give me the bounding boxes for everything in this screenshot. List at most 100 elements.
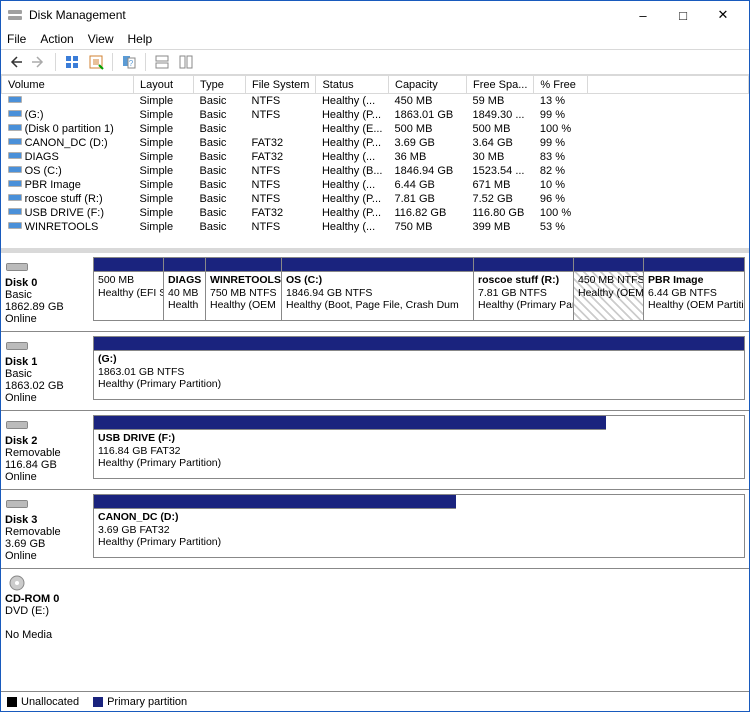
maximize-button[interactable]: □ <box>663 2 703 28</box>
volume-type: Basic <box>194 122 246 136</box>
volume-row[interactable]: USB DRIVE (F:) Simple Basic FAT32 Health… <box>2 206 749 220</box>
volume-name: DIAGS <box>25 151 59 163</box>
menu-help[interactable]: Help <box>128 32 153 46</box>
disk-graphical-pane[interactable]: Disk 0 Basic 1862.89 GB Online 500 MB He… <box>1 253 749 691</box>
partition[interactable]: 450 MB NTFS Healthy (OEM <box>574 258 644 320</box>
col-type[interactable]: Type <box>194 76 246 94</box>
disk-size: 1862.89 GB <box>5 301 64 313</box>
minimize-button[interactable]: – <box>623 2 663 28</box>
partition-info: 6.44 GB NTFS <box>648 287 717 299</box>
volume-row[interactable]: WINRETOOLS Simple Basic NTFS Healthy (..… <box>2 220 749 234</box>
partition[interactable]: WINRETOOLS 750 MB NTFS Healthy (OEM <box>206 258 282 320</box>
volume-status: Healthy (... <box>316 220 389 234</box>
volume-fs: NTFS <box>246 94 316 108</box>
disk-row: Disk 1 Basic 1863.02 GB Online (G:) 1863… <box>1 332 749 411</box>
col-capacity[interactable]: Capacity <box>389 76 467 94</box>
partition[interactable]: OS (C:) 1846.94 GB NTFS Healthy (Boot, P… <box>282 258 474 320</box>
legend-unallocated-label: Unallocated <box>21 696 79 708</box>
titlebar[interactable]: Disk Management – □ ✕ <box>1 1 749 29</box>
volume-layout: Simple <box>134 108 194 122</box>
volume-free: 59 MB <box>467 94 534 108</box>
partition[interactable]: PBR Image 6.44 GB NTFS Healthy (OEM Part… <box>644 258 744 320</box>
volume-row[interactable]: (Disk 0 partition 1) Simple Basic Health… <box>2 122 749 136</box>
partition-label: USB DRIVE (F:) <box>98 432 175 444</box>
partition-label: WINRETOOLS <box>210 274 281 286</box>
grid-view-button[interactable] <box>152 52 172 72</box>
partition-info: 7.81 GB NTFS <box>478 287 547 299</box>
volume-capacity: 36 MB <box>389 150 467 164</box>
volume-row[interactable]: (G:) Simple Basic NTFS Healthy (P... 186… <box>2 108 749 122</box>
col-pct[interactable]: % Free <box>534 76 588 94</box>
col-fs[interactable]: File System <box>246 76 316 94</box>
legend-primary-swatch <box>93 697 103 707</box>
volume-list-pane[interactable]: Volume Layout Type File System Status Ca… <box>1 75 749 253</box>
volume-type: Basic <box>194 150 246 164</box>
volume-row[interactable]: roscoe stuff (R:) Simple Basic NTFS Heal… <box>2 192 749 206</box>
disk-info[interactable]: Disk 0 Basic 1862.89 GB Online <box>1 253 93 331</box>
refresh-button[interactable] <box>62 52 82 72</box>
partition-info: 40 MB <box>168 287 198 299</box>
partition-label: roscoe stuff (R:) <box>478 274 559 286</box>
window-title: Disk Management <box>29 8 623 22</box>
volume-icon <box>8 220 22 230</box>
app-icon <box>7 7 23 23</box>
volume-name: USB DRIVE (F:) <box>25 207 104 219</box>
disk-info[interactable]: Disk 3 Removable 3.69 GB Online <box>1 490 93 568</box>
volume-type: Basic <box>194 178 246 192</box>
volume-layout: Simple <box>134 122 194 136</box>
menu-view[interactable]: View <box>88 32 114 46</box>
partition[interactable]: DIAGS 40 MB Health <box>164 258 206 320</box>
disk-info[interactable]: Disk 2 Removable 116.84 GB Online <box>1 411 93 489</box>
partition[interactable]: CANON_DC (D:) 3.69 GB FAT32 Healthy (Pri… <box>94 495 456 557</box>
menu-action[interactable]: Action <box>40 32 73 46</box>
volume-capacity: 1863.01 GB <box>389 108 467 122</box>
forward-button[interactable] <box>29 52 49 72</box>
partition-status: Health <box>168 299 198 311</box>
volume-status: Healthy (... <box>316 150 389 164</box>
toolbar: ? <box>1 49 749 75</box>
volume-icon <box>8 192 22 202</box>
partition[interactable]: (G:) 1863.01 GB NTFS Healthy (Primary Pa… <box>94 337 744 399</box>
disk-name: Disk 2 <box>5 435 37 447</box>
partition[interactable]: roscoe stuff (R:) 7.81 GB NTFS Healthy (… <box>474 258 574 320</box>
disk-info[interactable]: CD-ROM 0 DVD (E:) No Media <box>1 569 93 647</box>
col-free[interactable]: Free Spa... <box>467 76 534 94</box>
properties-button[interactable] <box>86 52 106 72</box>
disk-state: Online <box>5 392 37 404</box>
list-view-button[interactable] <box>176 52 196 72</box>
disk-name: Disk 1 <box>5 356 37 368</box>
volume-fs: FAT32 <box>246 206 316 220</box>
volume-row[interactable]: OS (C:) Simple Basic NTFS Healthy (B... … <box>2 164 749 178</box>
close-button[interactable]: ✕ <box>703 2 743 28</box>
help-button[interactable]: ? <box>119 52 139 72</box>
disk-info[interactable]: Disk 1 Basic 1863.02 GB Online <box>1 332 93 410</box>
volume-row[interactable]: CANON_DC (D:) Simple Basic FAT32 Healthy… <box>2 136 749 150</box>
volume-table: Volume Layout Type File System Status Ca… <box>1 75 749 234</box>
volume-row[interactable]: PBR Image Simple Basic NTFS Healthy (...… <box>2 178 749 192</box>
partition-color-bar <box>574 258 643 272</box>
back-button[interactable] <box>5 52 25 72</box>
volume-pct: 83 % <box>534 150 588 164</box>
volume-free: 1849.30 ... <box>467 108 534 122</box>
col-volume[interactable]: Volume <box>2 76 134 94</box>
volume-free: 3.64 GB <box>467 136 534 150</box>
volume-free: 7.52 GB <box>467 192 534 206</box>
partition-color-bar <box>94 495 456 509</box>
partition[interactable]: USB DRIVE (F:) 116.84 GB FAT32 Healthy (… <box>94 416 606 478</box>
partition-label: PBR Image <box>648 274 703 286</box>
col-layout[interactable]: Layout <box>134 76 194 94</box>
col-status[interactable]: Status <box>316 76 389 94</box>
volume-name: PBR Image <box>25 179 81 191</box>
volume-row[interactable]: DIAGS Simple Basic FAT32 Healthy (... 36… <box>2 150 749 164</box>
volume-name: CANON_DC (D:) <box>25 137 108 149</box>
volume-status: Healthy (... <box>316 94 389 108</box>
partition-color-bar <box>474 258 573 272</box>
partition-status: Healthy (Boot, Page File, Crash Dum <box>286 299 459 311</box>
volume-row[interactable]: Simple Basic NTFS Healthy (... 450 MB 59… <box>2 94 749 108</box>
partition[interactable]: 500 MB Healthy (EFI S <box>94 258 164 320</box>
disk-name: Disk 0 <box>5 277 37 289</box>
menu-file[interactable]: File <box>7 32 26 46</box>
legend: Unallocated Primary partition <box>1 691 749 711</box>
volume-icon <box>8 136 22 146</box>
legend-unallocated-swatch <box>7 697 17 707</box>
